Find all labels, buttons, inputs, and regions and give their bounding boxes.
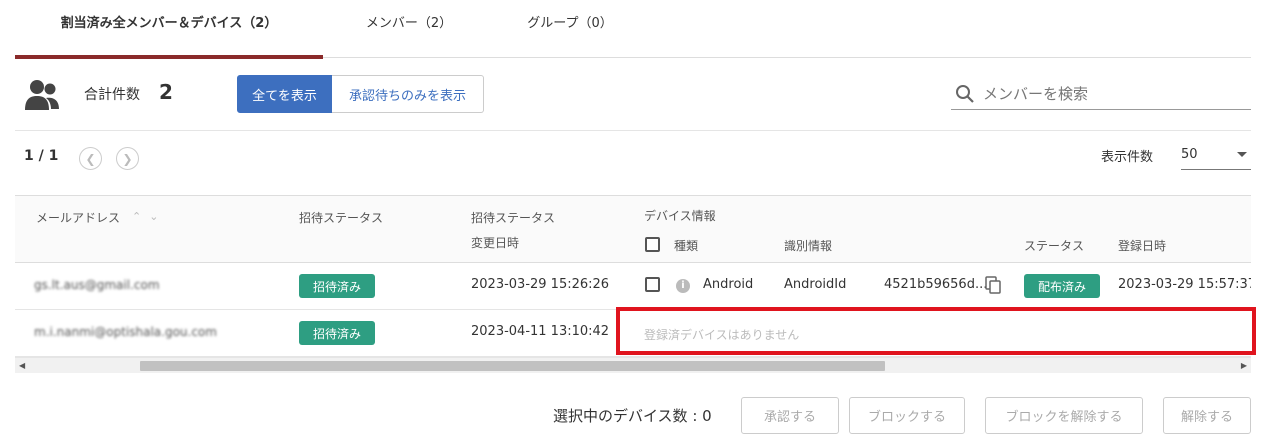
scroll-left-icon[interactable]: ◀ <box>19 361 25 370</box>
member-email: gs.lt.aus@gmail.com <box>34 278 160 292</box>
summary-bar: 合計件数 2 全てを表示 承認待ちのみを表示 <box>0 60 1266 130</box>
total-count-label: 合計件数 <box>84 87 140 103</box>
table-row: gs.lt.aus@gmail.com 招待済み 2023-03-29 15:2… <box>15 263 1251 310</box>
invite-changed-at: 2023-03-29 15:26:26 <box>471 277 610 292</box>
tab-label: グループ（0） <box>527 16 613 31</box>
next-page-button[interactable]: ❯ <box>116 147 139 170</box>
invite-status-badge: 招待済み <box>299 321 375 345</box>
select-all-checkbox[interactable] <box>645 237 660 252</box>
tab-groups[interactable]: グループ（0） <box>495 0 645 58</box>
remove-button[interactable]: 解除する <box>1163 397 1251 434</box>
selected-device-count: 選択中のデバイス数 : 0 <box>553 407 712 425</box>
show-all-button[interactable]: 全てを表示 <box>237 75 332 113</box>
prev-page-button[interactable]: ❮ <box>79 147 102 170</box>
unblock-button[interactable]: ブロックを解除する <box>985 397 1143 434</box>
per-page-label: 表示件数 <box>1101 150 1154 165</box>
table-header: メールアドレス ⌃⌄ 招待ステータス 招待ステータス 変更日時 デバイス情報 種… <box>15 196 1251 263</box>
copy-icon[interactable] <box>985 276 1001 294</box>
device-registered-at: 2023-03-29 15:57:37 <box>1118 277 1251 292</box>
horizontal-scrollbar[interactable]: ◀ ▶ <box>15 357 1251 373</box>
header-invite-changed-sub: 変更日時 <box>471 236 520 250</box>
sort-icon[interactable]: ⌃⌄ <box>132 210 166 223</box>
approve-button[interactable]: 承認する <box>741 397 839 434</box>
search-icon <box>956 85 974 103</box>
chevron-right-icon: ❯ <box>122 151 133 166</box>
device-checkbox[interactable] <box>645 277 660 292</box>
header-device-type: 種類 <box>674 239 699 253</box>
device-type: Android <box>703 277 754 292</box>
device-status-badge: 配布済み <box>1024 274 1100 298</box>
info-icon[interactable]: i <box>676 279 690 293</box>
member-email: m.i.nanmi@optishala.gou.com <box>34 325 217 339</box>
header-email: メールアドレス <box>36 211 121 225</box>
active-tab-indicator <box>15 55 323 59</box>
invite-status-badge: 招待済み <box>299 274 375 298</box>
header-device-info: デバイス情報 <box>644 209 716 223</box>
header-invite-changed: 招待ステータス <box>471 211 556 225</box>
tab-label: 割当済み全メンバー＆デバイス（2） <box>60 16 278 31</box>
highlight-box <box>616 307 1256 355</box>
tab-label: メンバー（2） <box>365 16 453 31</box>
people-icon <box>25 80 59 110</box>
header-registered-at: 登録日時 <box>1118 239 1167 253</box>
device-id-type: AndroidId <box>784 277 847 292</box>
divider <box>15 130 1251 131</box>
page-indicator: 1 / 1 <box>24 148 59 164</box>
filter-button-group: 全てを表示 承認待ちのみを表示 <box>237 75 484 113</box>
header-device-identifier: 識別情報 <box>784 239 833 253</box>
device-id-value: 4521b59656d... <box>884 277 988 292</box>
header-invite-status: 招待ステータス <box>299 211 384 225</box>
per-page-value: 50 <box>1181 147 1198 162</box>
tab-members[interactable]: メンバー（2） <box>323 0 495 58</box>
chevron-left-icon: ❮ <box>85 151 96 166</box>
show-pending-only-button[interactable]: 承認待ちのみを表示 <box>332 75 484 113</box>
block-button[interactable]: ブロックする <box>849 397 965 434</box>
invite-changed-at: 2023-04-11 13:10:42 <box>471 324 610 339</box>
scrollbar-thumb[interactable] <box>140 361 885 371</box>
scroll-right-icon[interactable]: ▶ <box>1241 361 1247 370</box>
tab-all-members-devices[interactable]: 割当済み全メンバー＆デバイス（2） <box>15 0 323 58</box>
header-device-status: ステータス <box>1024 239 1085 253</box>
per-page-select[interactable]: 50 <box>1181 140 1251 170</box>
tab-bar: 割当済み全メンバー＆デバイス（2） メンバー（2） グループ（0） <box>15 0 1251 59</box>
caret-down-icon <box>1237 152 1247 157</box>
search-input[interactable] <box>983 81 1243 107</box>
member-search <box>951 78 1251 110</box>
total-count-value: 2 <box>159 80 173 104</box>
